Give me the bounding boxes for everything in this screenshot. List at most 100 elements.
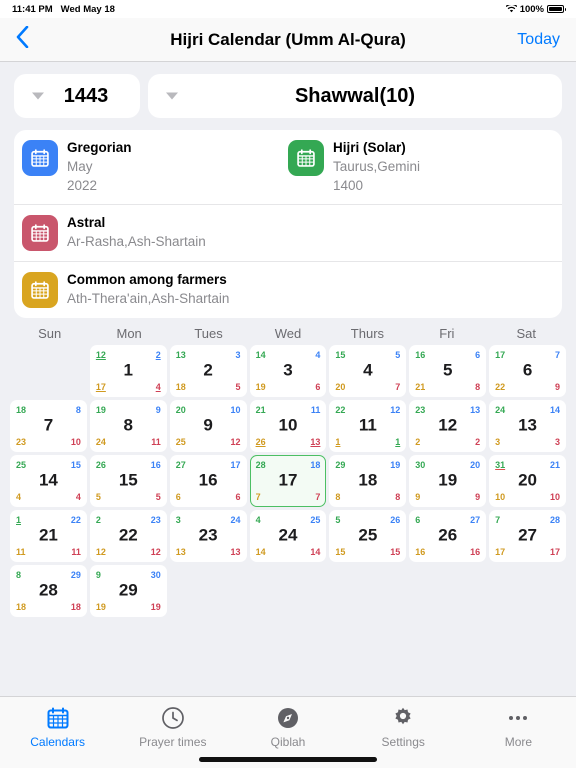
calendar-cell[interactable]: 8 29 18 18 28 <box>10 565 87 617</box>
calendar-cell-day: 12 <box>438 415 458 435</box>
calendar-cell[interactable]: 19 9 24 11 8 <box>89 400 167 452</box>
navigation-bar: Hijri Calendar (Umm Al-Qura) Today <box>0 18 576 62</box>
calendar-cell[interactable]: 2 23 12 12 22 <box>89 510 167 562</box>
calendar-cell[interactable]: 12 2 17 4 1 <box>89 345 167 397</box>
calendar-cell-br-value: 12 <box>230 437 241 447</box>
today-button[interactable]: Today <box>517 31 560 49</box>
calendar-cell-tr-value: 19 <box>390 460 401 470</box>
calendar-system-row: Gregorian May 2022 Hijri (Solar) Taurus,Gemi… <box>14 130 562 204</box>
calendar-cell-br-value: 19 <box>150 602 161 612</box>
calendar-cell-bl-value: 18 <box>16 602 27 612</box>
calendar-cell-br-value: 9 <box>475 492 481 502</box>
calendar-cell-bl-value: 22 <box>495 382 506 392</box>
calendar-cell-tl-value: 23 <box>415 405 426 415</box>
weekday-label: Sat <box>516 326 537 341</box>
tab-calendars[interactable]: Calendars <box>0 705 115 749</box>
calendar-system-title: Common among farmers <box>67 272 227 287</box>
calendar-cell-tr-value: 9 <box>155 405 161 415</box>
calendar-cell-tr-value: 13 <box>470 405 481 415</box>
calendar-cell-br-value: 14 <box>310 547 321 557</box>
calendar-cell[interactable]: 1 22 11 11 21 <box>10 510 87 562</box>
calendar-cell-bl-value: 9 <box>415 492 421 502</box>
calendar-grid: 12 2 17 4 1 13 3 18 5 2 14 4 19 6 3 15 5 20 7 4 16 6 21 8 5 17 7 22… <box>10 345 566 617</box>
calendar-cell[interactable]: 13 3 18 5 2 <box>169 345 247 397</box>
calendar-cell-today[interactable]: 28 18 7 7 17 <box>249 455 327 507</box>
calendar-cell-tr-value: 2 <box>155 350 161 360</box>
calendar-cell-tr-value: 24 <box>230 515 241 525</box>
calendar-cell[interactable]: 4 25 14 14 24 <box>249 510 327 562</box>
calendar-cell-tr-value: 30 <box>150 570 161 580</box>
calendar-cell[interactable]: 7 28 17 17 27 <box>489 510 566 562</box>
calendar-cell[interactable]: 15 5 20 7 4 <box>329 345 407 397</box>
calendar-cell-tr-value: 20 <box>470 460 481 470</box>
month-selector[interactable]: Shawwal(10) <box>148 74 562 118</box>
calendar-systems-card: Gregorian May 2022 Hijri (Solar) Taurus,Gemi… <box>14 130 562 318</box>
calendar-cell-day: 10 <box>278 415 298 435</box>
calendar-cell-tr-value: 11 <box>310 405 321 415</box>
calendar-system-row: Astral Ar-Rasha,Ash-Shartain <box>14 204 562 261</box>
tab-label: Qiblah <box>270 735 306 749</box>
calendar-cell-tl-value: 5 <box>335 515 341 525</box>
calendar-cell-br-value: 17 <box>549 547 560 557</box>
calendar-cell[interactable]: 26 16 5 5 15 <box>89 455 167 507</box>
home-indicator <box>199 757 377 762</box>
calendar-cell[interactable]: 21 11 26 13 10 <box>249 400 327 452</box>
calendar-cell-tl-value: 18 <box>16 405 27 415</box>
tab-settings[interactable]: Settings <box>346 705 461 749</box>
calendar-system-detail: May <box>67 159 93 174</box>
calendar-cell-br-value: 16 <box>470 547 481 557</box>
calendar-cell-day: 5 <box>442 360 453 380</box>
calendar-cell[interactable]: 27 17 6 6 16 <box>169 455 247 507</box>
calendar-cell[interactable]: 20 10 25 12 9 <box>169 400 247 452</box>
calendar-cell[interactable]: 29 19 8 8 18 <box>329 455 407 507</box>
calendar-cell-empty <box>329 565 406 617</box>
calendar-cell[interactable]: 16 6 21 8 5 <box>409 345 487 397</box>
calendar-cell-br-value: 2 <box>475 437 481 447</box>
calendar-cell-bl-value: 15 <box>335 547 346 557</box>
calendar-cell-day: 29 <box>118 580 138 600</box>
calendar-cell-day: 18 <box>358 470 378 490</box>
calendar-cell-tl-value: 22 <box>335 405 346 415</box>
calendar-cell[interactable]: 31 21 10 10 20 <box>489 455 566 507</box>
calendar-cell-tr-value: 7 <box>554 350 560 360</box>
calendar-cell[interactable]: 22 12 1 1 11 <box>329 400 407 452</box>
status-bar-left: 11:41 PM Wed May 18 <box>12 4 115 15</box>
calendar-cell-tl-value: 3 <box>175 515 181 525</box>
tab-qiblah[interactable]: Qiblah <box>230 705 345 749</box>
calendar-cell-bl-value: 2 <box>415 437 421 447</box>
period-selectors: 1443 Shawwal(10) <box>0 62 576 124</box>
calendar-cell-tr-value: 8 <box>75 405 81 415</box>
calendar-system-item: Astral Ar-Rasha,Ash-Shartain <box>22 215 554 251</box>
calendar-cell-empty <box>250 565 327 617</box>
calendar-cell-bl-value: 23 <box>16 437 27 447</box>
calendar-cell[interactable]: 23 13 2 2 12 <box>409 400 487 452</box>
calendar-cell-day: 2 <box>203 360 213 380</box>
calendar-cell[interactable]: 6 27 16 16 26 <box>409 510 487 562</box>
tab-more[interactable]: More <box>461 705 576 749</box>
calendar-cell[interactable]: 5 26 15 15 25 <box>329 510 407 562</box>
calendar-cell-day: 9 <box>203 415 213 435</box>
calendar-system-title: Gregorian <box>67 140 132 155</box>
compass-icon <box>276 705 300 731</box>
calendar-cell-tr-value: 28 <box>549 515 560 525</box>
calendar-icon <box>22 215 58 251</box>
calendar-cell[interactable]: 9 30 19 19 29 <box>89 565 167 617</box>
calendar-cell-br-value: 11 <box>151 437 161 447</box>
calendar-cell[interactable]: 3 24 13 13 23 <box>169 510 247 562</box>
calendar-cell-bl-value: 20 <box>335 382 346 392</box>
back-button[interactable] <box>16 25 29 53</box>
calendar-cell[interactable]: 24 14 3 3 13 <box>489 400 566 452</box>
calendar-cell[interactable]: 30 20 9 9 19 <box>409 455 487 507</box>
year-selector[interactable]: 1443 <box>14 74 140 118</box>
calendar-cell[interactable]: 25 15 4 4 14 <box>10 455 87 507</box>
calendar-cell-tr-value: 16 <box>150 460 161 470</box>
calendar-cell-tr-value: 22 <box>70 515 81 525</box>
calendar-cell[interactable]: 14 4 19 6 3 <box>249 345 327 397</box>
chevron-down-icon <box>166 92 178 100</box>
calendar-cell-bl-value: 10 <box>495 492 506 502</box>
calendar-cell-tr-value: 23 <box>150 515 161 525</box>
calendar-cell-br-value: 7 <box>315 492 321 502</box>
calendar-cell[interactable]: 17 7 22 9 6 <box>489 345 566 397</box>
calendar-cell[interactable]: 18 8 23 10 7 <box>10 400 87 452</box>
tab-prayer-times[interactable]: Prayer times <box>115 705 230 749</box>
